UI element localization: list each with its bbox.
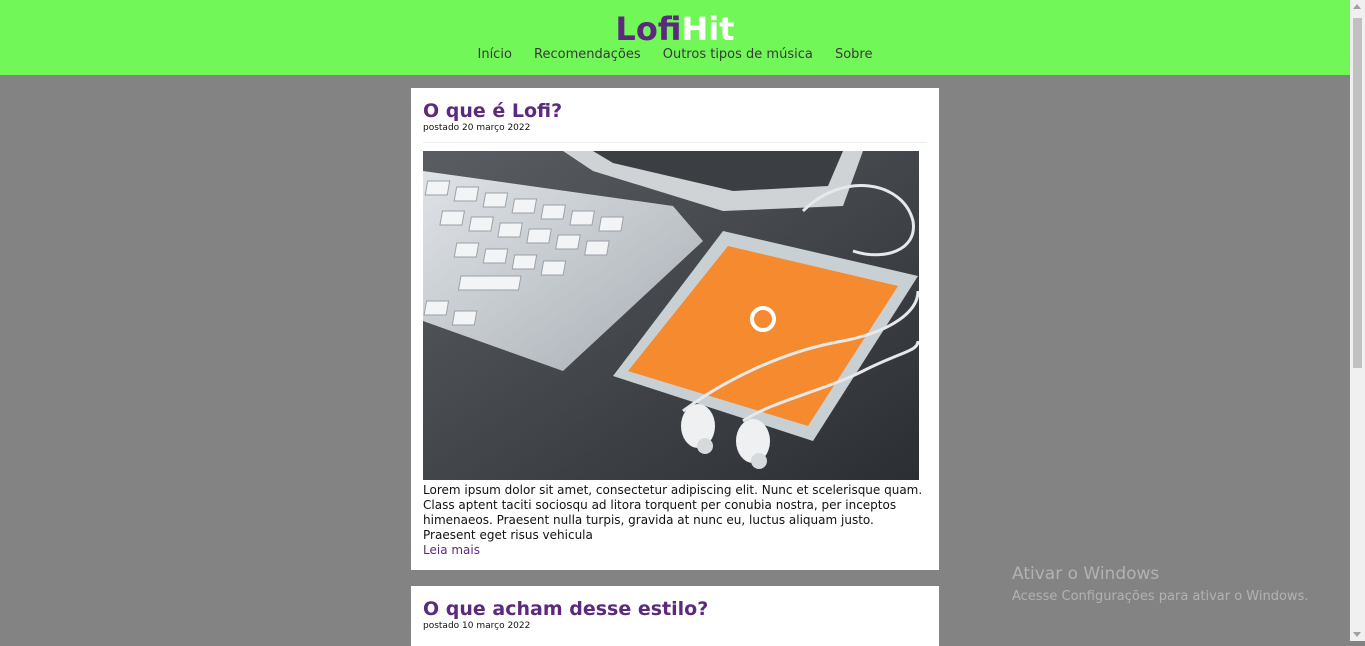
post-excerpt: Lorem ipsum dolor sit amet, consectetur … <box>423 483 923 542</box>
nav-sobre[interactable]: Sobre <box>835 47 873 62</box>
scrollbar-thumb[interactable] <box>1353 18 1362 368</box>
nav-outros-tipos[interactable]: Outros tipos de música <box>663 47 813 62</box>
windows-activation-hint: Acesse Configurações para ativar o Windo… <box>1012 589 1309 604</box>
read-more-link[interactable]: Leia mais <box>423 543 480 557</box>
post-date: postado 10 março 2022 <box>423 621 531 631</box>
site-header: LofiHit Início Recomendações Outros tipo… <box>0 0 1350 75</box>
scroll-up-icon[interactable] <box>1353 4 1361 9</box>
scroll-down-icon[interactable] <box>1353 632 1361 637</box>
post-image <box>423 151 919 480</box>
site-logo[interactable]: LofiHit <box>0 9 1350 49</box>
main-nav: Início Recomendações Outros tipos de mús… <box>0 47 1350 62</box>
post-title[interactable]: O que acham desse estilo? <box>423 598 708 620</box>
post-card: O que é Lofi? postado 20 março 2022 Lore… <box>411 88 939 570</box>
post-card: O que acham desse estilo? postado 10 mar… <box>411 586 939 646</box>
post-title[interactable]: O que é Lofi? <box>423 100 562 122</box>
logo-part-lofi: Lofi <box>615 10 682 48</box>
nav-recomendacoes[interactable]: Recomendações <box>534 47 641 62</box>
windows-activation-title: Ativar o Windows <box>1012 564 1160 584</box>
logo-part-hit: Hit <box>681 10 735 48</box>
nav-inicio[interactable]: Início <box>478 47 512 62</box>
phone-keyboard-photo <box>423 151 919 480</box>
vertical-scrollbar[interactable] <box>1350 0 1365 641</box>
divider <box>423 142 927 143</box>
post-date: postado 20 março 2022 <box>423 123 531 133</box>
